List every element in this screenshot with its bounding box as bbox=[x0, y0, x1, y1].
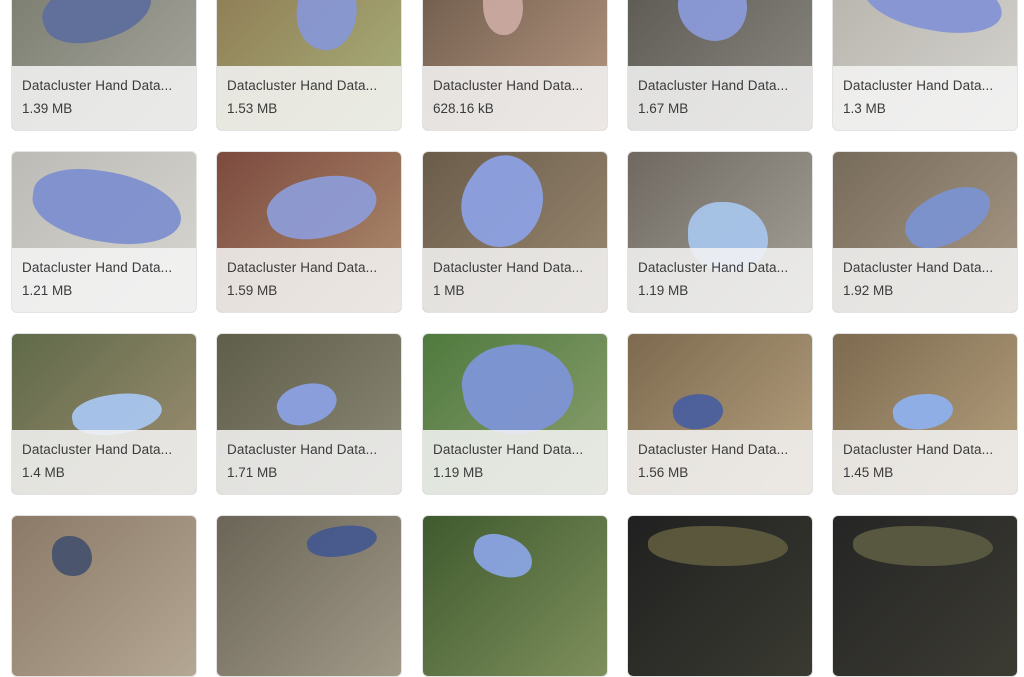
image-card[interactable]: Datacluster Hand Data... 1.67 MB bbox=[627, 0, 813, 131]
image-card[interactable]: Datacluster Hand Data... 628.16 kB bbox=[422, 0, 608, 131]
card-caption: Datacluster Hand Data... 1.71 MB bbox=[217, 430, 401, 494]
file-size: 1.59 MB bbox=[227, 283, 278, 298]
card-caption: Datacluster Hand Data... 1.4 MB bbox=[12, 430, 196, 494]
card-caption: Datacluster Hand Data... 1.56 MB bbox=[628, 430, 812, 494]
file-name: Datacluster Hand Data... bbox=[638, 442, 789, 457]
glove-shape bbox=[858, 0, 1008, 42]
file-name: Datacluster Hand Data... bbox=[843, 78, 994, 93]
gloved-hand-image bbox=[12, 516, 196, 676]
glove-shape bbox=[670, 389, 726, 434]
glove-shape bbox=[304, 520, 380, 562]
file-name: Datacluster Hand Data... bbox=[227, 260, 378, 275]
gloved-hand-image bbox=[423, 516, 607, 676]
file-size: 1.67 MB bbox=[638, 101, 689, 116]
file-name: Datacluster Hand Data... bbox=[22, 260, 173, 275]
image-card[interactable] bbox=[11, 515, 197, 677]
image-card[interactable]: Datacluster Hand Data... 1.39 MB bbox=[11, 0, 197, 131]
card-caption: Datacluster Hand Data... 1.53 MB bbox=[217, 66, 401, 130]
file-name: Datacluster Hand Data... bbox=[22, 78, 173, 93]
image-card[interactable]: Datacluster Hand Data... 1.19 MB bbox=[422, 333, 608, 495]
glove-shape bbox=[668, 0, 758, 50]
image-grid: Datacluster Hand Data... 1.39 MB Dataclust… bbox=[0, 0, 1024, 677]
image-card[interactable] bbox=[422, 515, 608, 677]
glove-shape bbox=[483, 0, 523, 35]
file-size: 1.21 MB bbox=[22, 283, 73, 298]
image-card[interactable] bbox=[627, 515, 813, 677]
glove-shape bbox=[890, 389, 956, 434]
glove-shape bbox=[27, 161, 187, 253]
image-card[interactable]: Datacluster Hand Data... 1.45 MB bbox=[832, 333, 1018, 495]
file-size: 1.3 MB bbox=[843, 101, 886, 116]
card-caption: Datacluster Hand Data... 1.39 MB bbox=[12, 66, 196, 130]
image-card[interactable] bbox=[216, 515, 402, 677]
file-name: Datacluster Hand Data... bbox=[433, 442, 584, 457]
image-card[interactable]: Datacluster Hand Data... 1.59 MB bbox=[216, 151, 402, 313]
image-card[interactable]: Datacluster Hand Data... 1.71 MB bbox=[216, 333, 402, 495]
card-caption: Datacluster Hand Data... 1.67 MB bbox=[628, 66, 812, 130]
file-size: 628.16 kB bbox=[433, 101, 494, 116]
glove-shape bbox=[261, 163, 383, 251]
file-name: Datacluster Hand Data... bbox=[433, 260, 584, 275]
file-size: 1.39 MB bbox=[22, 101, 73, 116]
glove-shape bbox=[35, 0, 159, 56]
image-card[interactable]: Datacluster Hand Data... 1.53 MB bbox=[216, 0, 402, 131]
glove-shape bbox=[444, 152, 562, 262]
file-size: 1.45 MB bbox=[843, 465, 894, 480]
glove-shape bbox=[290, 0, 364, 55]
file-size: 1.4 MB bbox=[22, 465, 65, 480]
image-card[interactable]: Datacluster Hand Data... 1.21 MB bbox=[11, 151, 197, 313]
file-name: Datacluster Hand Data... bbox=[227, 78, 378, 93]
file-size: 1.56 MB bbox=[638, 465, 689, 480]
glove-shape bbox=[468, 528, 538, 584]
file-name: Datacluster Hand Data... bbox=[638, 260, 789, 275]
glove-shape bbox=[271, 374, 343, 434]
glove-shape bbox=[648, 526, 788, 566]
file-name: Datacluster Hand Data... bbox=[227, 442, 378, 457]
glove-shape bbox=[456, 335, 580, 443]
file-name: Datacluster Hand Data... bbox=[843, 260, 994, 275]
gloved-hand-image bbox=[217, 516, 401, 676]
file-size: 1.19 MB bbox=[638, 283, 689, 298]
dark-image bbox=[833, 516, 1017, 676]
card-caption: Datacluster Hand Data... 1.21 MB bbox=[12, 248, 196, 312]
card-caption: Datacluster Hand Data... 1.19 MB bbox=[628, 248, 812, 312]
card-caption: Datacluster Hand Data... 1.92 MB bbox=[833, 248, 1017, 312]
image-card[interactable]: Datacluster Hand Data... 1.56 MB bbox=[627, 333, 813, 495]
file-size: 1 MB bbox=[433, 283, 465, 298]
file-name: Datacluster Hand Data... bbox=[433, 78, 584, 93]
file-size: 1.53 MB bbox=[227, 101, 278, 116]
image-card[interactable]: Datacluster Hand Data... 1.19 MB bbox=[627, 151, 813, 313]
image-card[interactable]: Datacluster Hand Data... 1.3 MB bbox=[832, 0, 1018, 131]
card-caption: Datacluster Hand Data... 628.16 kB bbox=[423, 66, 607, 130]
file-name: Datacluster Hand Data... bbox=[843, 442, 994, 457]
image-card[interactable] bbox=[832, 515, 1018, 677]
card-caption: Datacluster Hand Data... 1.59 MB bbox=[217, 248, 401, 312]
file-name: Datacluster Hand Data... bbox=[22, 442, 173, 457]
file-size: 1.92 MB bbox=[843, 283, 894, 298]
image-card[interactable]: Datacluster Hand Data... 1.4 MB bbox=[11, 333, 197, 495]
file-size: 1.19 MB bbox=[433, 465, 484, 480]
file-name: Datacluster Hand Data... bbox=[638, 78, 789, 93]
card-caption: Datacluster Hand Data... 1.3 MB bbox=[833, 66, 1017, 130]
image-card[interactable]: Datacluster Hand Data... 1.92 MB bbox=[832, 151, 1018, 313]
card-caption: Datacluster Hand Data... 1.45 MB bbox=[833, 430, 1017, 494]
glove-shape bbox=[853, 526, 993, 566]
dark-image bbox=[628, 516, 812, 676]
card-caption: Datacluster Hand Data... 1 MB bbox=[423, 248, 607, 312]
glove-shape bbox=[52, 536, 92, 576]
image-card[interactable]: Datacluster Hand Data... 1 MB bbox=[422, 151, 608, 313]
file-size: 1.71 MB bbox=[227, 465, 278, 480]
card-caption: Datacluster Hand Data... 1.19 MB bbox=[423, 430, 607, 494]
